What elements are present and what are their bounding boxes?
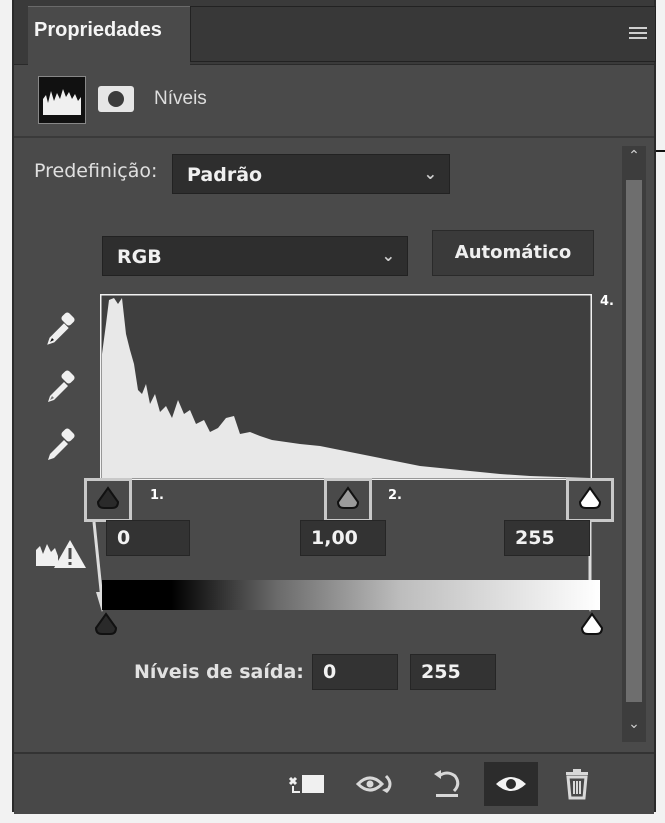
chevron-down-icon[interactable]: ⌄	[622, 716, 646, 740]
clipping-warning-icon[interactable]	[34, 536, 88, 570]
output-gradient-bar	[102, 580, 600, 610]
trash-icon[interactable]	[554, 762, 600, 806]
scrollbar-thumb[interactable]	[626, 180, 642, 702]
annotation-arrows	[92, 521, 597, 612]
properties-panel: Propriedades Níveis Predefinição: Padrão…	[12, 0, 656, 814]
clip-to-layer-icon[interactable]	[284, 762, 330, 806]
output-levels-label: Níveis de saída:	[134, 661, 304, 683]
panel-scrollbar[interactable]: ⌃ ⌄	[622, 146, 646, 742]
view-previous-icon[interactable]	[354, 762, 400, 806]
input-gamma-field[interactable]: 1,00	[300, 520, 386, 556]
output-black-field[interactable]: 0	[312, 654, 398, 690]
reset-icon[interactable]	[424, 762, 470, 806]
output-black-slider[interactable]	[92, 612, 120, 640]
panel-footer	[14, 752, 654, 814]
output-white-field[interactable]: 255	[410, 654, 496, 690]
input-white-field[interactable]: 255	[504, 520, 590, 556]
input-black-field[interactable]: 0	[106, 520, 190, 556]
eye-icon[interactable]	[484, 762, 538, 806]
chevron-up-icon[interactable]: ⌃	[622, 148, 646, 172]
output-white-slider[interactable]	[578, 612, 606, 640]
